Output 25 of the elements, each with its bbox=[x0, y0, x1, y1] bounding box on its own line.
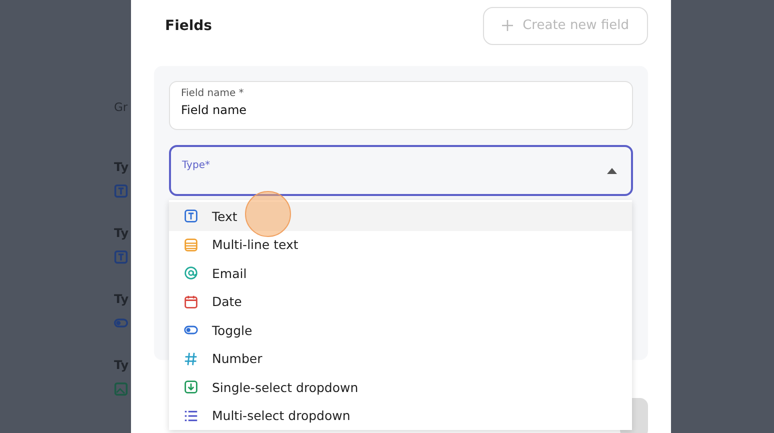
text-type-icon bbox=[114, 250, 128, 264]
menu-option[interactable]: Date bbox=[169, 288, 632, 316]
text-type-icon bbox=[184, 209, 198, 224]
lines-icon bbox=[184, 238, 198, 252]
hash-icon bbox=[184, 352, 198, 366]
menu-option[interactable]: Multi-line text bbox=[169, 230, 632, 259]
modal-title: Fields bbox=[165, 18, 212, 34]
menu-option[interactable]: Number bbox=[169, 344, 632, 373]
menu-option[interactable]: Multi-select dropdown bbox=[169, 402, 632, 430]
plus-icon bbox=[502, 20, 513, 31]
at-sign-icon bbox=[184, 266, 198, 280]
download-box-icon bbox=[184, 380, 198, 394]
caret-icon bbox=[607, 168, 617, 174]
menu-option[interactable]: Toggle bbox=[169, 316, 632, 344]
menu-option[interactable]: Email bbox=[169, 259, 632, 288]
toggle-icon bbox=[114, 316, 128, 330]
menu-option[interactable]: Text bbox=[169, 202, 632, 230]
click-indicator bbox=[245, 191, 291, 237]
calendar-icon bbox=[184, 294, 198, 309]
image-icon bbox=[114, 382, 128, 396]
text-type-icon bbox=[114, 184, 128, 198]
type-select[interactable]: Type* bbox=[169, 145, 633, 196]
menu-option[interactable]: Single-select dropdown bbox=[169, 373, 632, 402]
list-icon bbox=[184, 408, 198, 423]
field-name-input[interactable]: Field name * Field name bbox=[169, 81, 633, 130]
